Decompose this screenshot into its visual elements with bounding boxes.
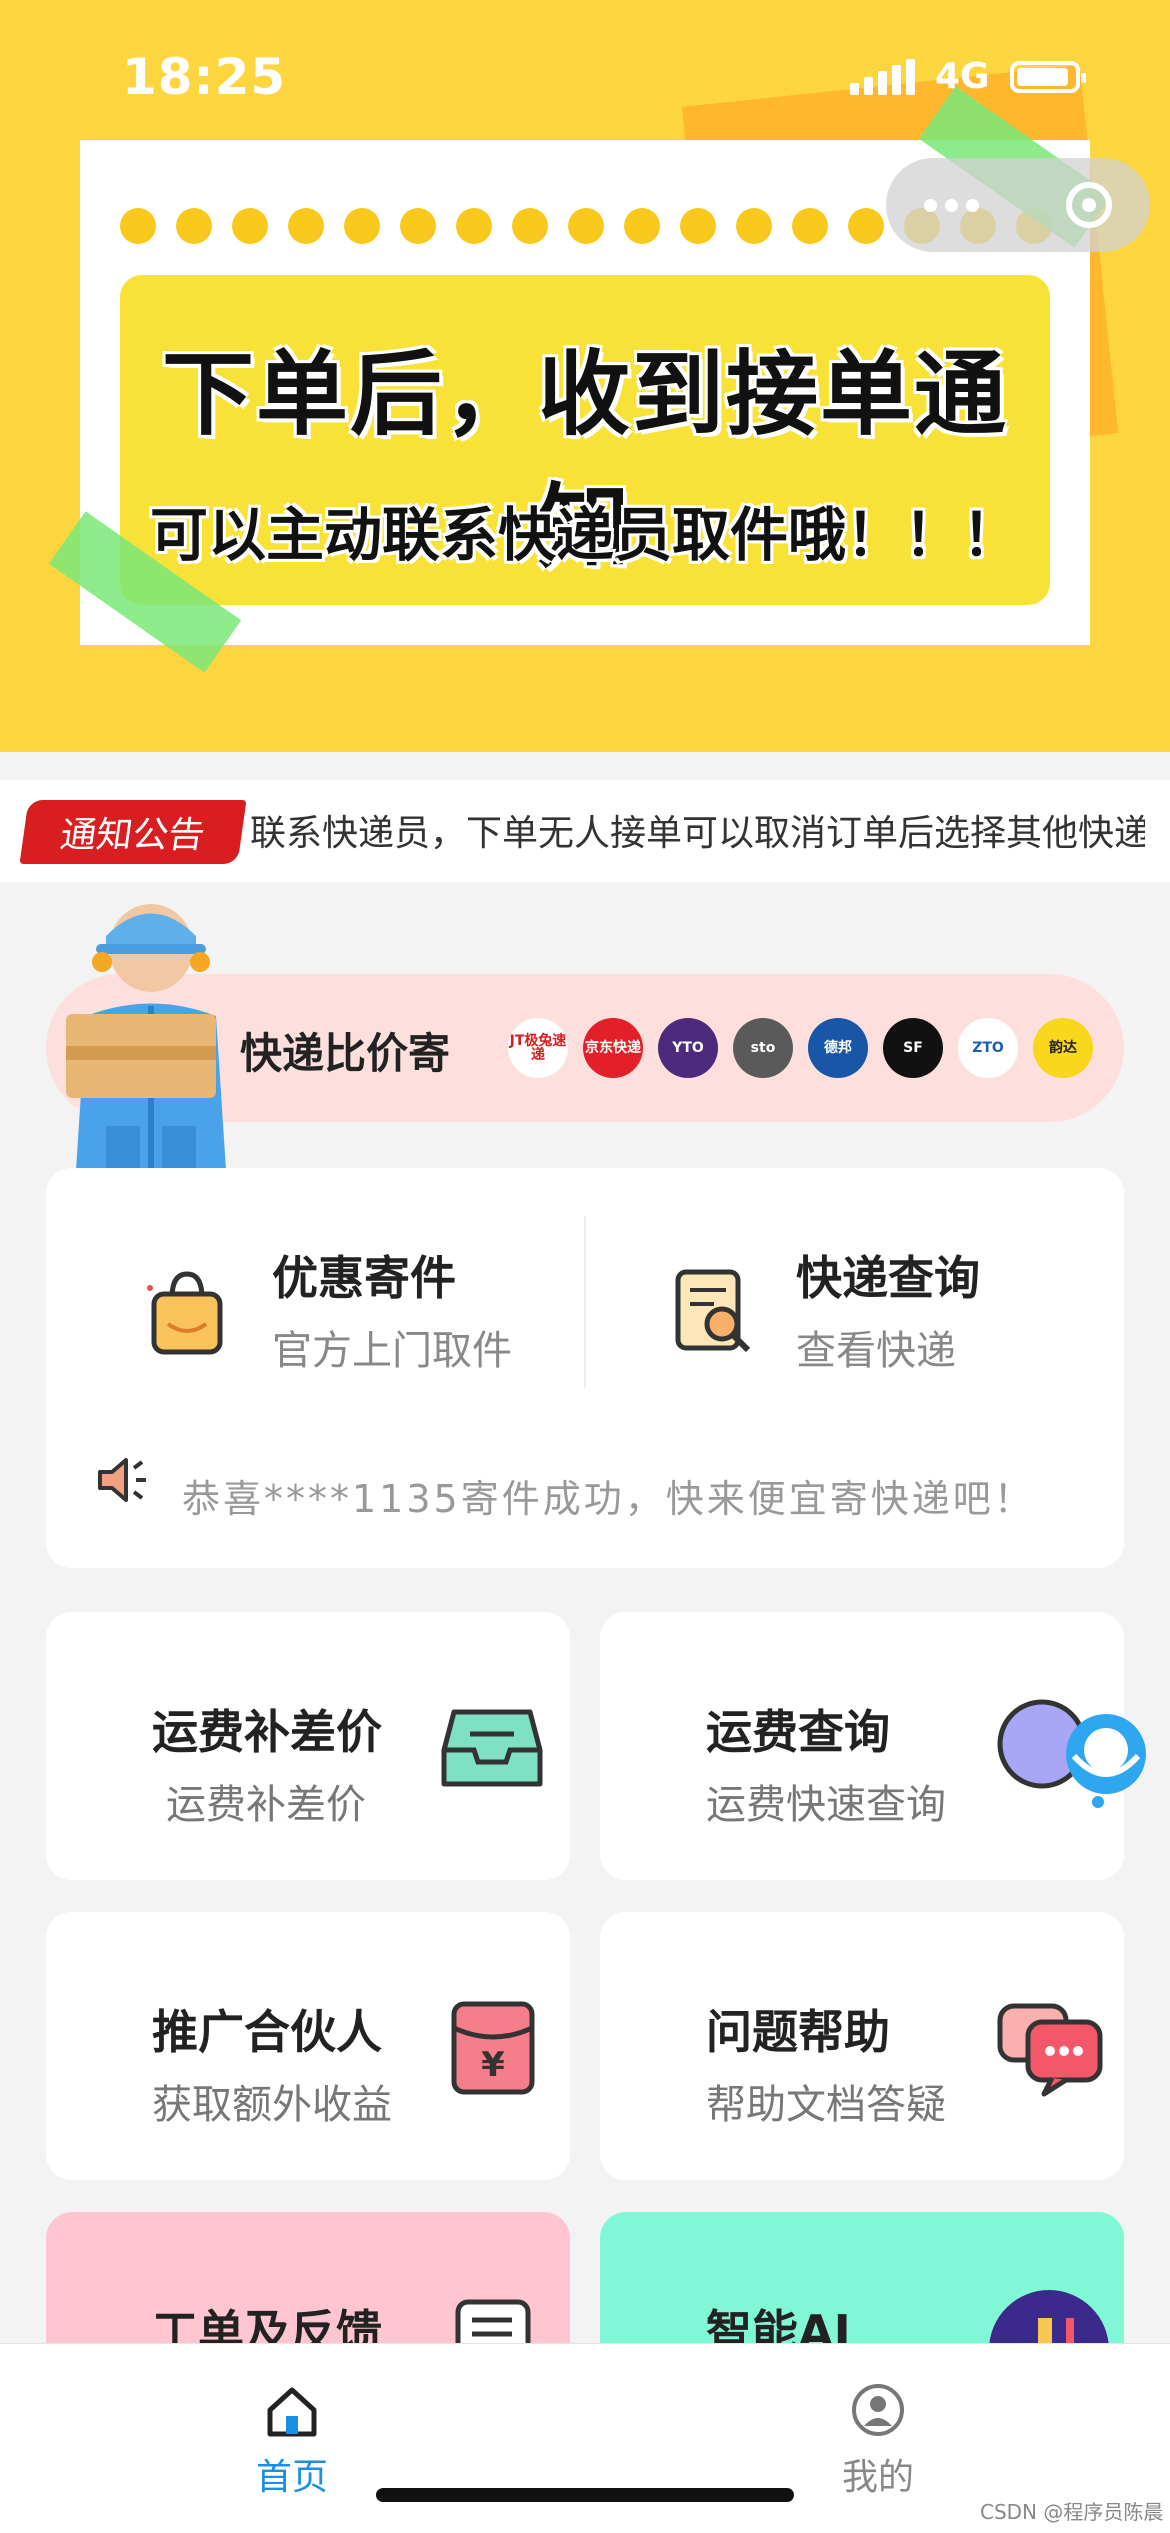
card-subtitle: 运费快速查询: [706, 1782, 946, 1828]
card-title: 运费查询: [706, 1705, 890, 1759]
card-subtitle: 帮助文档答疑: [706, 2082, 946, 2128]
compare-title: 快递比价寄: [240, 1029, 451, 1078]
search-globe-icon: [997, 1699, 1146, 1808]
courier-logo: 京东快递: [583, 1018, 643, 1078]
tab-mine[interactable]: 我的: [842, 2448, 914, 2500]
shopping-bag-icon: [147, 1271, 223, 1355]
status-icons: 4G: [850, 56, 1086, 97]
notice-tag: 通知公告: [19, 800, 247, 864]
success-ticker: 恭喜****1135寄件成功，快来便宜寄快递吧！: [182, 1477, 1035, 1521]
status-time: 18:25: [122, 48, 287, 106]
send-title[interactable]: 优惠寄件: [272, 1242, 456, 1308]
more-icon[interactable]: [924, 198, 979, 212]
track-subtitle: 查看快递: [796, 1328, 956, 1374]
close-target-icon[interactable]: [1066, 182, 1112, 228]
tab-home[interactable]: 首页: [256, 2448, 328, 2500]
chat-bubbles-icon: [997, 2003, 1103, 2097]
home-indicator: [376, 2488, 794, 2502]
card-title: 推广合伙人: [152, 2005, 382, 2059]
inbox-tray-icon: [441, 1709, 543, 1787]
courier-logo: 德邦: [808, 1018, 868, 1078]
speaker-icon: [98, 1458, 146, 1502]
network-type: 4G: [935, 56, 990, 97]
courier-logo: ZTO: [958, 1018, 1018, 1078]
notice-text[interactable]: 联系快递员，下单无人接单可以取消订单后选择其他快递: [250, 804, 1145, 856]
watermark: CSDN @程序员陈晨: [980, 2500, 1164, 2524]
courier-logo: SF: [883, 1018, 943, 1078]
track-title[interactable]: 快递查询: [796, 1242, 980, 1308]
battery-icon: [1009, 60, 1086, 93]
document-search-icon: [675, 1269, 751, 1353]
courier-logo: 韵达: [1033, 1018, 1093, 1078]
courier-logo: YTO: [658, 1018, 718, 1078]
courier-logo: sto: [733, 1018, 793, 1078]
courier-illustration-icon: [66, 904, 226, 1170]
card-subtitle: 运费补差价: [166, 1782, 366, 1828]
card-title: 运费补差价: [152, 1705, 382, 1759]
home-icon[interactable]: [264, 2384, 320, 2440]
svg-text:¥: ¥: [481, 2045, 505, 2085]
banner-subline: 可以主动联系快递员取件哦！！！: [149, 501, 1020, 569]
card-title: 问题帮助: [706, 2005, 890, 2059]
ai-icon: [989, 2290, 1109, 2344]
user-icon[interactable]: [850, 2382, 906, 2438]
red-envelope-icon: ¥: [451, 2001, 535, 2095]
card-subtitle: 获取额外收益: [152, 2082, 392, 2128]
send-subtitle: 官方上门取件: [272, 1328, 512, 1374]
courier-logo: JT极兔速递: [508, 1018, 568, 1078]
signal-icon: [850, 58, 915, 95]
miniprogram-capsule: [886, 158, 1150, 252]
divider: [584, 1216, 586, 1388]
courier-logos: JT极兔速递 京东快递 YTO sto 德邦 SF ZTO 韵达: [508, 1018, 1093, 1078]
